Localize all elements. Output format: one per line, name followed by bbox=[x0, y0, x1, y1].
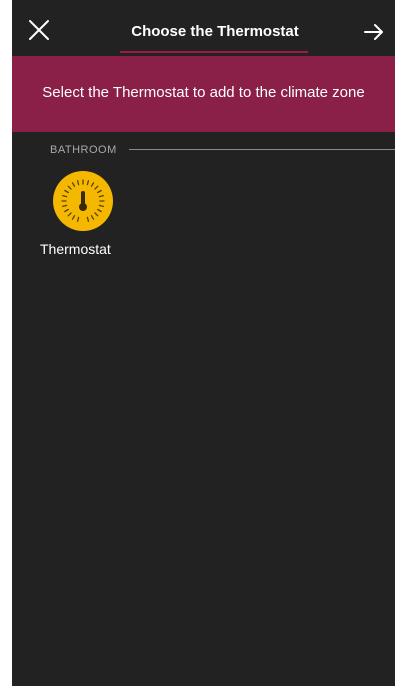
next-button[interactable] bbox=[362, 20, 386, 44]
device-label: Thermostat bbox=[40, 241, 111, 257]
page-title: Choose the Thermostat bbox=[131, 23, 299, 40]
instruction-text: Select the Thermostat to add to the clim… bbox=[42, 84, 365, 101]
device-thermostat[interactable]: Thermostat bbox=[40, 170, 130, 270]
thermostat-icon bbox=[53, 171, 113, 231]
app-screen: Choose the Thermostat Select the Thermos… bbox=[12, 0, 395, 686]
section-label: BATHROOM bbox=[50, 144, 117, 156]
arrow-right-icon bbox=[364, 24, 383, 40]
close-icon bbox=[29, 20, 49, 40]
title-underline bbox=[120, 51, 308, 53]
instruction-banner: Select the Thermostat to add to the clim… bbox=[12, 56, 395, 132]
close-button[interactable] bbox=[27, 18, 51, 42]
top-bar: Choose the Thermostat bbox=[12, 0, 395, 53]
section-divider bbox=[129, 149, 395, 150]
